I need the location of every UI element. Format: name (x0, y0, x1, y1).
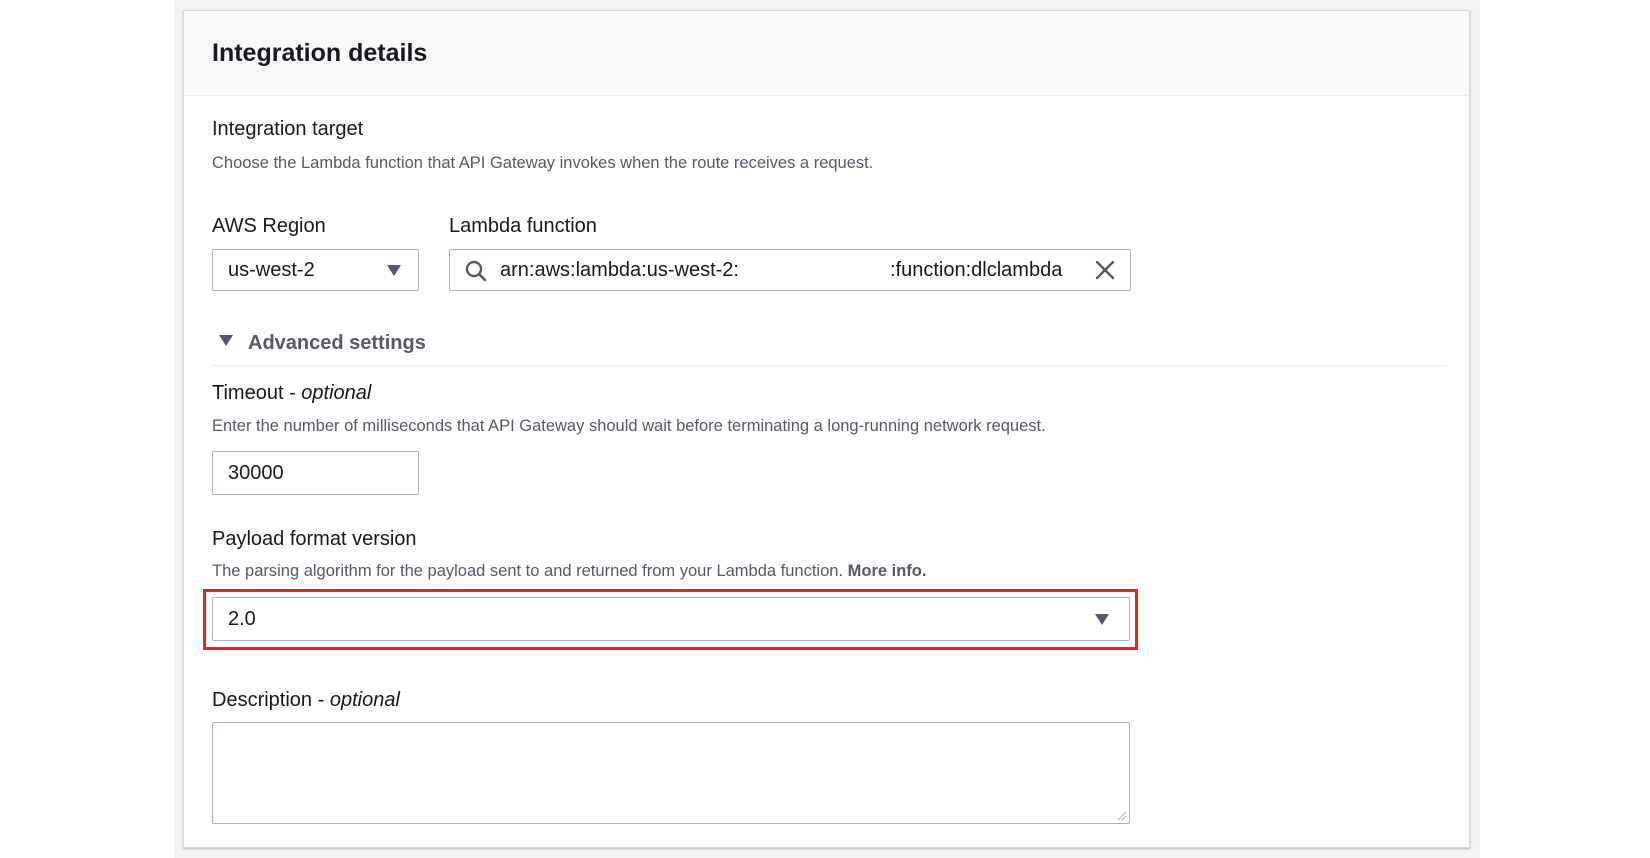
chevron-down-icon (1095, 614, 1109, 625)
panel-header: Integration details (184, 11, 1469, 96)
search-icon (464, 259, 488, 289)
lambda-arn-suffix: :function:dlclambda (890, 259, 1063, 281)
payload-format-select[interactable]: 2.0 (212, 597, 1130, 641)
timeout-description: Enter the number of milliseconds that AP… (212, 417, 1046, 435)
aws-region-select[interactable]: us-west-2 (212, 249, 419, 291)
description-textarea[interactable] (212, 722, 1130, 824)
more-info-link[interactable]: More info. (848, 562, 927, 580)
expand-caret-icon (219, 335, 233, 346)
timeout-label: Timeout - optional (212, 382, 372, 404)
aws-region-value: us-west-2 (228, 258, 315, 281)
payload-description-text: The parsing algorithm for the payload se… (212, 562, 844, 580)
payload-format-value: 2.0 (228, 607, 256, 630)
payload-format-label: Payload format version (212, 528, 417, 550)
close-icon[interactable] (1095, 260, 1115, 286)
panel-title: Integration details (212, 38, 428, 67)
payload-format-description: The parsing algorithm for the payload se… (212, 562, 926, 581)
timeout-value: 30000 (228, 461, 284, 484)
description-optional: optional (329, 689, 400, 711)
lambda-function-input[interactable]: arn:aws:lambda:us-west-2: :function:dlcl… (449, 249, 1131, 291)
timeout-label-text: Timeout (212, 382, 284, 404)
lambda-function-label: Lambda function (449, 215, 597, 237)
integration-target-description: Choose the Lambda function that API Gate… (212, 154, 874, 172)
aws-region-label: AWS Region (212, 215, 326, 237)
integration-target-label: Integration target (212, 118, 364, 140)
description-label: Description - optional (212, 689, 400, 711)
timeout-input[interactable]: 30000 (212, 451, 419, 495)
timeout-optional: optional (301, 382, 372, 404)
advanced-settings-divider (212, 365, 1446, 366)
resize-handle-icon[interactable] (1117, 811, 1127, 821)
description-label-text: Description (212, 689, 313, 711)
chevron-down-icon (387, 265, 401, 276)
advanced-settings-label[interactable]: Advanced settings (248, 332, 426, 355)
lambda-arn-prefix: arn:aws:lambda:us-west-2: (500, 259, 739, 281)
